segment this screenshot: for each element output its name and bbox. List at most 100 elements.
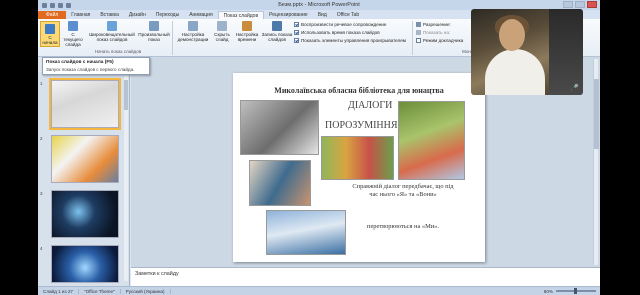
close-button[interactable] <box>587 1 597 8</box>
broadcast-icon <box>107 21 117 31</box>
setup-icon <box>188 21 198 31</box>
resolution-label: Разрешение: <box>423 22 451 27</box>
narration-label: Воспроизвести речевое сопровождение <box>301 22 387 27</box>
slide-thumbnail-2[interactable] <box>51 135 119 183</box>
record-icon <box>272 21 282 31</box>
slide-heading: Миколаївська обласна бібліотека для юнац… <box>274 86 444 95</box>
webcam-person-body <box>485 49 545 95</box>
slide-thumbnail-4[interactable] <box>51 245 119 283</box>
ribbon-divider <box>412 21 413 55</box>
resolution-select[interactable]: Разрешение: <box>416 22 451 27</box>
slide-thumbnail-1[interactable] <box>49 78 121 130</box>
checkbox-checked-icon <box>294 30 299 35</box>
checkbox-checked-icon <box>294 38 299 43</box>
theme-name: "Office Theme" <box>79 288 121 294</box>
slides-pane: 1 2 3 4 <box>38 72 130 287</box>
tab-home[interactable]: Главная <box>66 11 95 19</box>
current-slide[interactable]: Миколаївська обласна бібліотека для юнац… <box>233 73 485 262</box>
tab-file[interactable]: Файл <box>38 11 67 19</box>
slide-quote-end: перетворюються на «Ми». <box>367 223 439 230</box>
slideshow-start-icon <box>45 24 55 34</box>
tab-office-tab[interactable]: Office Tab <box>332 11 364 19</box>
timings-checkbox[interactable]: Использовать время показа слайдов <box>294 30 380 35</box>
webcam-person-face <box>499 19 525 51</box>
slide-number: 2 <box>40 136 43 141</box>
status-bar: Слайд 1 из 27 "Office Theme" Русский (Ук… <box>38 286 600 295</box>
tooltip-description: Запуск показа слайдов с первого слайда. <box>46 67 135 72</box>
language-indicator[interactable]: Русский (Украина) <box>121 288 171 294</box>
ribbon-divider <box>172 21 173 55</box>
setup-show-button[interactable]: Настройка демонстрации <box>176 21 210 42</box>
window-title: Безм.pptx - Microsoft PowerPoint <box>278 2 360 8</box>
slide-thumbnail-3[interactable] <box>51 190 119 238</box>
narration-checkbox[interactable]: Воспроизвести речевое сопровождение <box>294 22 386 27</box>
photo-children <box>266 210 346 255</box>
custom-show-button[interactable]: Произвольный показ <box>138 21 170 42</box>
tab-design[interactable]: Дизайн <box>124 11 151 19</box>
setup-label: Настройка демонстрации <box>177 32 209 42</box>
slide-quote: Справжній діалог передбачає, що під час … <box>352 183 454 198</box>
tab-insert[interactable]: Вставка <box>95 11 124 19</box>
from-current-button[interactable]: С текущего слайда <box>62 21 84 47</box>
zoom-slider[interactable] <box>556 288 596 294</box>
player-controls-label: Показать элементы управления проигрывате… <box>301 38 406 43</box>
timings-label: Использовать время показа слайдов <box>301 30 380 35</box>
record-label: Запись показа слайдов <box>261 32 293 42</box>
broadcast-label: Широковещательный показ слайдов <box>89 32 135 42</box>
photo-family-indoor <box>249 160 311 206</box>
tooltip-title: Показ слайдов с начала (F5) <box>46 60 114 65</box>
show-on-select[interactable]: Показать на: <box>416 30 450 35</box>
from-current-label: С текущего слайда <box>63 32 83 47</box>
record-show-button[interactable]: Запись показа слайдов <box>261 21 293 42</box>
slides-pane-scrollbar[interactable] <box>124 76 128 281</box>
slide-editor-scrollbar[interactable] <box>593 59 599 265</box>
presenter-view-checkbox[interactable]: Режим докладчика <box>416 38 463 43</box>
presenter-view-label: Режим докладчика <box>423 38 464 43</box>
scrollbar-thumb[interactable] <box>594 79 599 149</box>
notes-pane[interactable]: Заметки к слайду <box>131 267 600 286</box>
scrollbar-thumb[interactable] <box>124 80 128 110</box>
player-controls-checkbox[interactable]: Показать элементы управления проигрывате… <box>294 38 406 43</box>
monitor-icon <box>416 30 421 35</box>
hide-slide-icon <box>217 21 227 31</box>
slide-title-word-2: ПОРОЗУМІННЯ <box>325 120 398 131</box>
start-group-label: Начать показ слайдов <box>94 49 142 54</box>
custom-show-label: Произвольный показ <box>138 32 170 42</box>
zoom-controls: 60% <box>544 288 596 294</box>
broadcast-button[interactable]: Широковещательный показ слайдов <box>86 21 138 42</box>
from-beginning-button[interactable]: С начала <box>40 21 60 47</box>
zoom-level[interactable]: 60% <box>544 289 553 294</box>
rehearse-label: Настройка времени <box>235 32 259 42</box>
photo-family <box>398 101 465 180</box>
show-on-label: Показать на: <box>423 30 451 35</box>
webcam-overlay <box>471 9 583 95</box>
hide-slide-label: Скрыть слайд <box>214 32 230 42</box>
minimize-button[interactable] <box>563 1 573 8</box>
slide-number: 3 <box>40 191 43 196</box>
clock-icon <box>242 21 252 31</box>
checkbox-unchecked-icon <box>416 38 421 43</box>
slide-number: 4 <box>40 246 43 251</box>
slide-title-word-1: ДІАЛОГИ <box>348 100 393 111</box>
microphone-icon[interactable]: 🎤 <box>570 84 579 92</box>
hide-slide-button[interactable]: Скрыть слайд <box>211 21 233 42</box>
webcam-background <box>549 9 583 95</box>
slide-number: 1 <box>40 81 43 86</box>
tab-slide-show[interactable]: Показ слайдов <box>217 11 265 19</box>
slideshow-current-icon <box>68 21 78 31</box>
from-beginning-label: С начала <box>42 35 58 45</box>
tab-transitions[interactable]: Переходы <box>151 11 184 19</box>
tooltip: Показ слайдов с начала (F5) Запуск показ… <box>42 57 150 75</box>
maximize-button[interactable] <box>575 1 585 8</box>
window-controls <box>563 1 597 8</box>
rehearse-timings-button[interactable]: Настройка времени <box>234 21 260 42</box>
slide-counter: Слайд 1 из 27 <box>38 288 79 294</box>
photo-couple <box>240 100 319 155</box>
tab-view[interactable]: Вид <box>313 11 332 19</box>
checkbox-checked-icon <box>294 22 299 27</box>
tab-review[interactable]: Рецензирование <box>264 11 313 19</box>
tab-animations[interactable]: Анимация <box>184 11 217 19</box>
monitor-icon <box>416 22 421 27</box>
photo-group <box>321 136 394 180</box>
custom-show-icon <box>149 21 159 31</box>
